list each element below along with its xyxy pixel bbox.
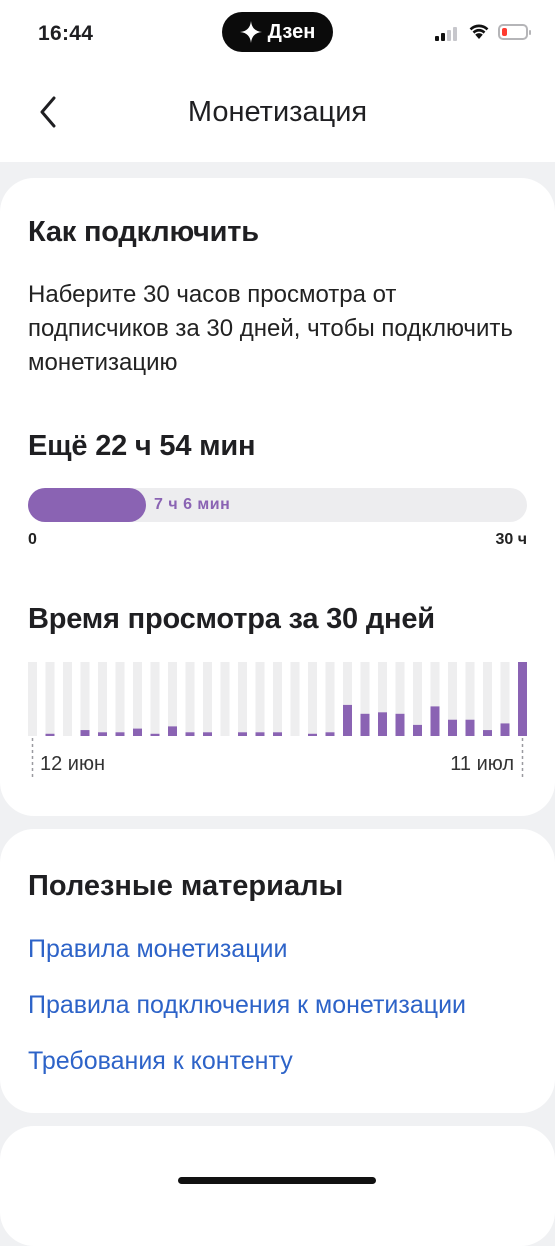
remaining-time: Ещё 22 ч 54 мин [28, 430, 256, 462]
chart-bar-track [45, 662, 55, 736]
wifi-icon [469, 24, 489, 39]
chart-bar [115, 732, 125, 736]
next-card [0, 1126, 555, 1246]
chart-bar [343, 704, 352, 736]
chart-bar [203, 732, 212, 736]
home-indicator [178, 1177, 376, 1184]
chart-bar [448, 719, 457, 736]
chart-bar-track [80, 662, 90, 736]
chart-start-label: 12 июн [40, 753, 105, 775]
chart-bar [518, 662, 527, 736]
chart-bar [430, 706, 440, 736]
progress-min-label: 0 [28, 531, 37, 548]
link-content-requirements[interactable]: Требования к контенту [28, 1047, 293, 1076]
chart-bar [360, 713, 370, 736]
chart-bar [465, 719, 475, 736]
chart-bar [98, 732, 107, 736]
signal-icon [435, 27, 457, 41]
chart-bar-track [290, 662, 300, 736]
how-to-card: Как подключить Наберите 30 часов просмот… [0, 178, 555, 816]
progress-fill [28, 488, 146, 522]
how-to-description: Наберите 30 часов просмотра от подписчик… [28, 281, 513, 376]
chart-bar-track [483, 662, 492, 736]
chart-bar [150, 733, 160, 736]
chart-bar-track [203, 662, 212, 736]
link-monetization-rules[interactable]: Правила монетизации [28, 935, 287, 964]
chart-bar-track [325, 662, 335, 736]
chart-bar-track [308, 662, 317, 736]
chart-bar [45, 733, 55, 736]
status-bar: 16:44 Дзен [0, 0, 555, 66]
how-to-title: Как подключить [28, 216, 259, 248]
chart-bar [80, 730, 90, 736]
chart-bar-track [28, 662, 37, 736]
progress-bar: 7 ч 6 мин [28, 488, 527, 522]
chart-bar [483, 730, 492, 736]
chart-bar [413, 724, 422, 736]
chart-bar-track [255, 662, 265, 736]
chart-bar-track [133, 662, 142, 736]
sparkle-icon [239, 21, 262, 43]
pill-label: Дзен [267, 20, 316, 43]
link-connection-rules[interactable]: Правила подключения к монетизации [28, 991, 466, 1020]
chart-bar [168, 726, 177, 736]
chart-bar [238, 732, 247, 736]
status-time: 16:44 [38, 22, 94, 45]
chart-bar [325, 732, 335, 736]
watch-time-chart: 12 июн 11 июл [28, 662, 527, 778]
chart-bar [500, 723, 510, 736]
chart-bar [273, 732, 282, 736]
chart-bar-track [63, 662, 72, 736]
chart-bar-track [115, 662, 125, 736]
chart-bar [255, 732, 265, 736]
chart-title: Время просмотра за 30 дней [28, 603, 435, 635]
battery-icon [498, 24, 531, 40]
chart-bar [133, 728, 142, 736]
chart-bar [308, 733, 317, 736]
nav-header: Монетизация [0, 66, 555, 162]
materials-card: Полезные материалы Правила монетизации П… [0, 829, 555, 1113]
chart-bar-track [238, 662, 247, 736]
chart-bar-track [185, 662, 195, 736]
chart-bar [395, 713, 405, 736]
progress-label: 7 ч 6 мин [154, 496, 231, 513]
page-title: Монетизация [187, 96, 368, 128]
chart-bar-track [168, 662, 177, 736]
chart-bar-track [273, 662, 282, 736]
dzen-pill[interactable]: Дзен [222, 12, 333, 52]
materials-title: Полезные материалы [28, 870, 344, 902]
chart-end-label: 11 июл [450, 753, 514, 775]
progress-max-label: 30 ч [495, 531, 527, 548]
chart-bar [378, 712, 387, 736]
chart-bar-track [220, 662, 230, 736]
chart-bar-track [98, 662, 107, 736]
chart-bar [185, 732, 195, 736]
chart-bar-track [150, 662, 160, 736]
